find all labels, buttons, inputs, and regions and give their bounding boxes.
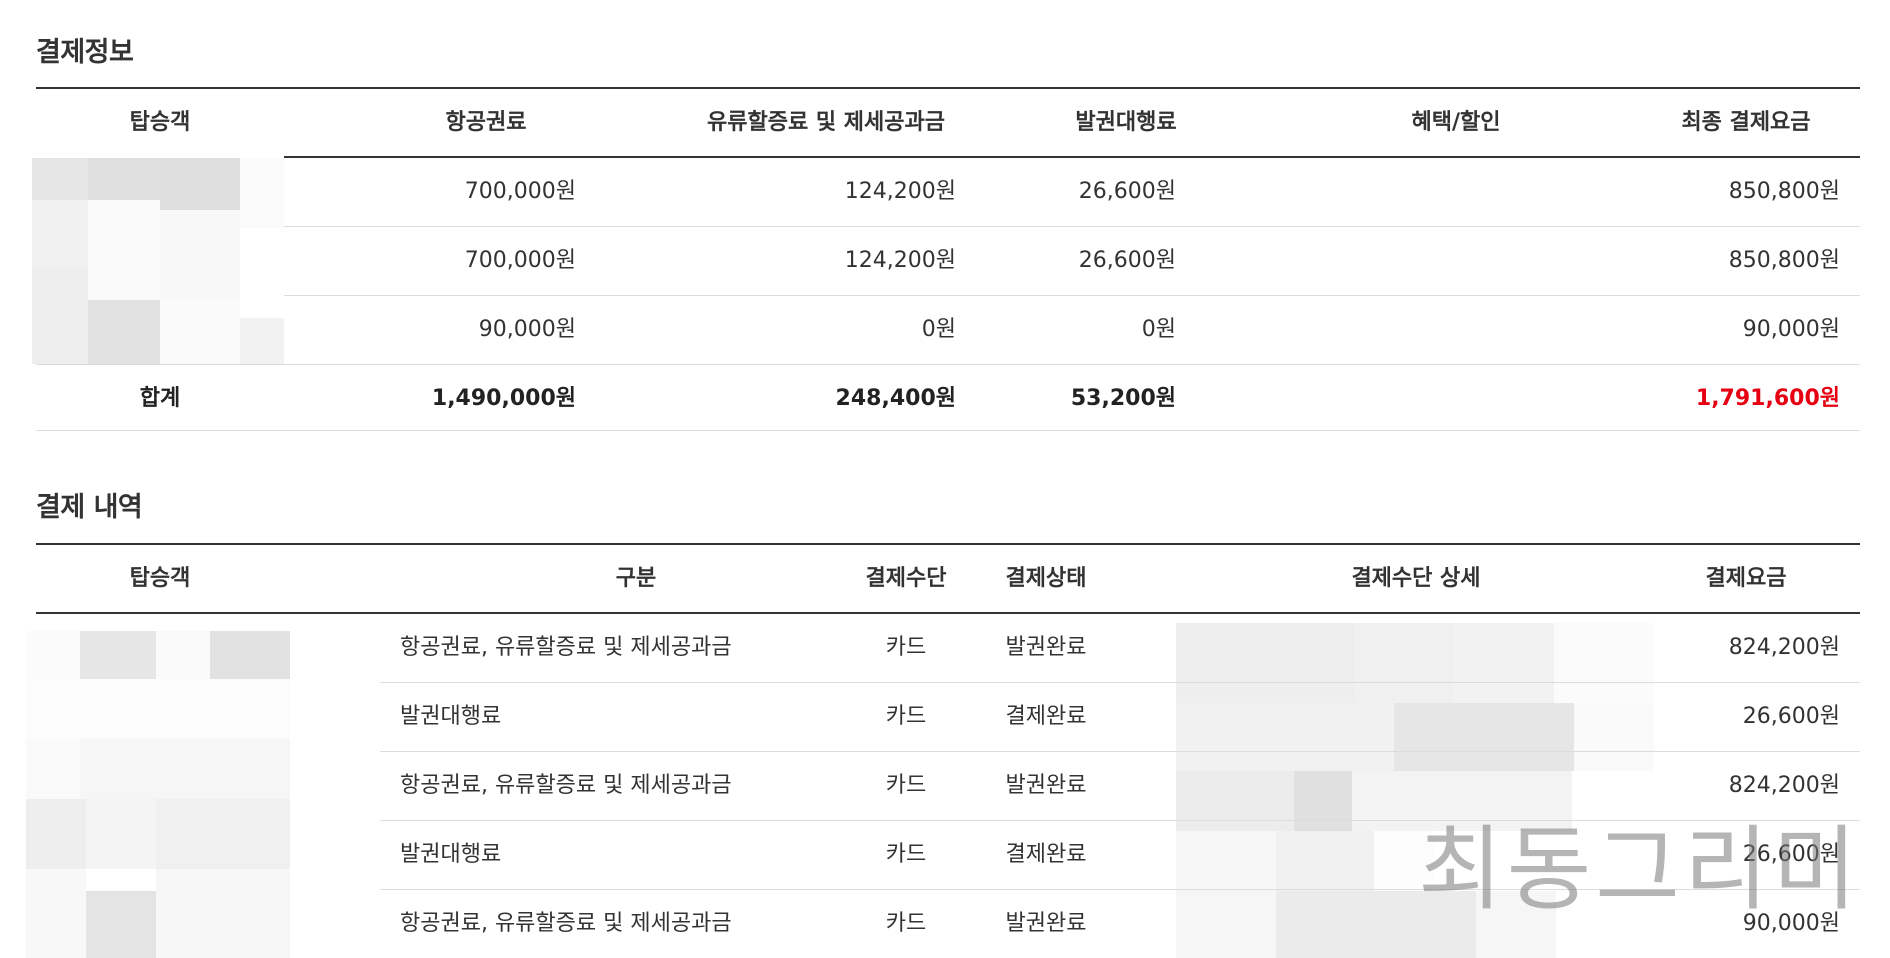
fare-cell: 90,000원: [478, 317, 576, 342]
surcharge-cell: 124,200원: [844, 248, 956, 273]
surcharge-cell: 124,200원: [844, 179, 956, 204]
totals-label: 합계: [139, 386, 181, 411]
header-ticketing-fee: 발권대행료: [1075, 110, 1177, 135]
payment-method-cell: 카드: [885, 635, 927, 660]
table-row: 항공권료, 유류할증료 및 제세공과금 카드 발권완료 824,200원: [36, 614, 1860, 682]
header-passenger: 탑승객: [129, 566, 191, 591]
header-payment-detail: 결제수단 상세: [1351, 566, 1481, 591]
discount-cell: [1256, 158, 1496, 226]
watermark-text: 최동그리미: [1418, 816, 1862, 923]
totals-row: 합계 1,490,000원 248,400원 53,200원 1,791,600…: [36, 365, 1860, 433]
total-cell: 850,800원: [1728, 248, 1840, 273]
header-discount: 혜택/할인: [1411, 110, 1501, 135]
payment-history-header-row: 탑승객 구분 결제수단 결제상태 결제수단 상세 결제요금: [36, 545, 1860, 613]
category-cell: 항공권료, 유류할증료 및 제세공과금: [400, 773, 732, 798]
payment-status-cell: 발권완료: [1005, 773, 1087, 798]
table-row: 90,000원 0원 0원 90,000원: [36, 296, 1860, 364]
payment-method-cell: 카드: [885, 773, 927, 798]
fare-cell: 700,000원: [464, 248, 576, 273]
surcharge-cell: 0원: [921, 317, 956, 342]
category-cell: 항공권료, 유류할증료 및 제세공과금: [400, 635, 732, 660]
header-category: 구분: [615, 566, 657, 591]
table-row: 700,000원 124,200원 26,600원 850,800원: [36, 158, 1860, 226]
total-cell: 850,800원: [1728, 179, 1840, 204]
payment-info-header-row: 탑승객 항공권료 유류할증료 및 제세공과금 발권대행료 혜택/할인 최종 결제…: [36, 89, 1860, 157]
header-passenger: 탑승객: [129, 110, 191, 135]
totals-fare: 1,490,000원: [431, 386, 576, 411]
fare-cell: 700,000원: [464, 179, 576, 204]
ticketing-fee-cell: 26,600원: [1078, 179, 1176, 204]
ticketing-fee-cell: 26,600원: [1078, 248, 1176, 273]
discount-cell: [1256, 227, 1496, 295]
header-surcharge: 유류할증료 및 제세공과금: [707, 110, 945, 135]
payment-method-cell: 카드: [885, 911, 927, 936]
category-cell: 항공권료, 유류할증료 및 제세공과금: [400, 911, 732, 936]
header-payment-status: 결제상태: [1005, 566, 1087, 591]
totals-final-amount: 1,791,600원: [1695, 386, 1840, 411]
ticketing-fee-cell: 0원: [1141, 317, 1176, 342]
table-row: 700,000원 124,200원 26,600원 850,800원: [36, 227, 1860, 295]
payment-status-cell: 결제완료: [1005, 842, 1087, 867]
header-fare: 항공권료: [445, 110, 527, 135]
payment-method-cell: 카드: [885, 704, 927, 729]
discount-cell: [1256, 296, 1496, 364]
payment-method-cell: 카드: [885, 842, 927, 867]
category-cell: 발권대행료: [400, 704, 502, 729]
header-amount: 결제요금: [1705, 566, 1787, 591]
payment-info-table: 탑승객 항공권료 유류할증료 및 제세공과금 발권대행료 혜택/할인 최종 결제…: [32, 87, 1860, 433]
category-cell: 발권대행료: [400, 842, 502, 867]
table-bottom-border: [36, 430, 1860, 431]
payment-status-cell: 발권완료: [1005, 911, 1087, 936]
totals-discount: [1256, 365, 1496, 433]
payment-status-cell: 결제완료: [1005, 704, 1087, 729]
table-row: 발권대행료 카드 결제완료 26,600원: [36, 683, 1860, 751]
total-cell: 90,000원: [1742, 317, 1840, 342]
header-payment-method: 결제수단: [865, 566, 947, 591]
header-final-amount: 최종 결제요금: [1681, 110, 1811, 135]
payment-status-cell: 발권완료: [1005, 635, 1087, 660]
amount-cell: 26,600원: [1742, 704, 1840, 729]
totals-surcharge: 248,400원: [835, 386, 956, 411]
totals-ticketing-fee: 53,200원: [1070, 386, 1176, 411]
amount-cell: 824,200원: [1728, 635, 1840, 660]
payment-info-title: 결제정보: [36, 37, 134, 68]
payment-history-title: 결제 내역: [36, 492, 143, 523]
